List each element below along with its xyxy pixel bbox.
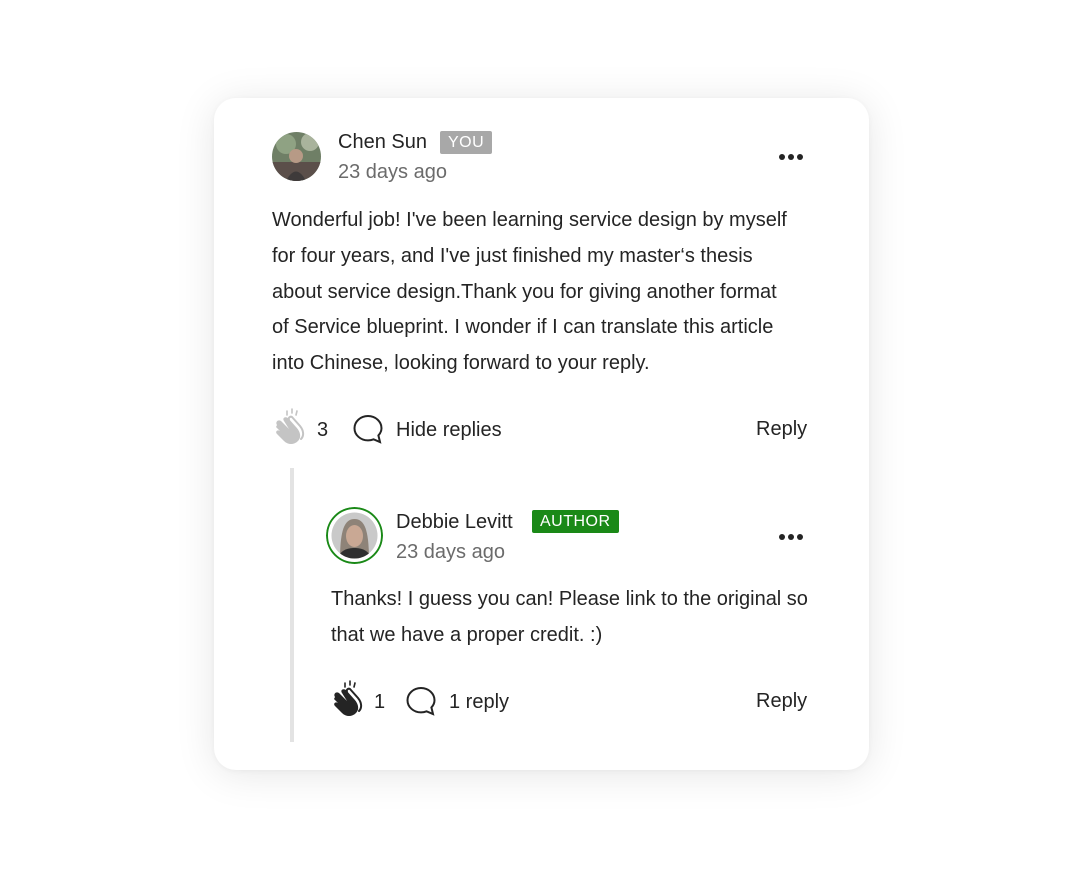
- you-badge: YOU: [440, 131, 493, 154]
- reply-more-button[interactable]: [777, 531, 805, 543]
- hide-replies-button[interactable]: Hide replies: [396, 419, 502, 442]
- chen-sun-avatar[interactable]: [272, 132, 321, 181]
- reply-body-line: that we have a proper credit. :): [331, 623, 603, 646]
- reply-timestamp[interactable]: 23 days ago: [396, 541, 505, 564]
- comment-body-line: about service design.Thank you for givin…: [272, 280, 777, 303]
- more-horizontal-icon: [779, 534, 803, 540]
- comment-body: Wonderful job! I've been learning servic…: [272, 203, 842, 382]
- toggle-replies-icon-button[interactable]: [352, 413, 384, 445]
- speech-bubble-icon: [406, 686, 436, 716]
- reply-clap-count[interactable]: 1: [374, 691, 385, 714]
- comment-more-button[interactable]: [777, 151, 805, 163]
- comment-card: Chen Sun YOU 23 days ago Wonderful job! …: [214, 98, 869, 770]
- comment-body-line: into Chinese, looking forward to your re…: [272, 352, 650, 375]
- show-replies-button[interactable]: 1 reply: [449, 691, 509, 714]
- reply-reply-button[interactable]: Reply: [756, 690, 807, 713]
- reply-body: Thanks! I guess you can! Please link to …: [331, 582, 851, 654]
- debbie-levitt-avatar[interactable]: [326, 507, 383, 564]
- reply-replies-icon-button[interactable]: [405, 685, 437, 717]
- more-horizontal-icon: [779, 154, 803, 160]
- reply-body-line: Thanks! I guess you can! Please link to …: [331, 588, 808, 610]
- comment-reply-button[interactable]: Reply: [756, 418, 807, 441]
- comment-body-line: Wonderful job! I've been learning servic…: [272, 209, 787, 231]
- author-badge: AUTHOR: [532, 510, 619, 533]
- reply-thread-line: [290, 468, 294, 742]
- comment-body-line: of Service blueprint. I wonder if I can …: [272, 316, 774, 339]
- comment-author-name[interactable]: Chen Sun: [338, 131, 427, 154]
- comment-body-line: for four years, and I've just finished m…: [272, 244, 753, 267]
- comment-clap-count[interactable]: 3: [317, 419, 328, 442]
- speech-bubble-icon: [353, 414, 383, 444]
- reply-author-name[interactable]: Debbie Levitt: [396, 511, 513, 534]
- clap-icon: [276, 408, 305, 444]
- reply-clap-button[interactable]: [330, 680, 366, 718]
- comment-timestamp[interactable]: 23 days ago: [338, 161, 447, 184]
- clap-icon: [334, 680, 363, 716]
- clap-button[interactable]: [272, 408, 308, 446]
